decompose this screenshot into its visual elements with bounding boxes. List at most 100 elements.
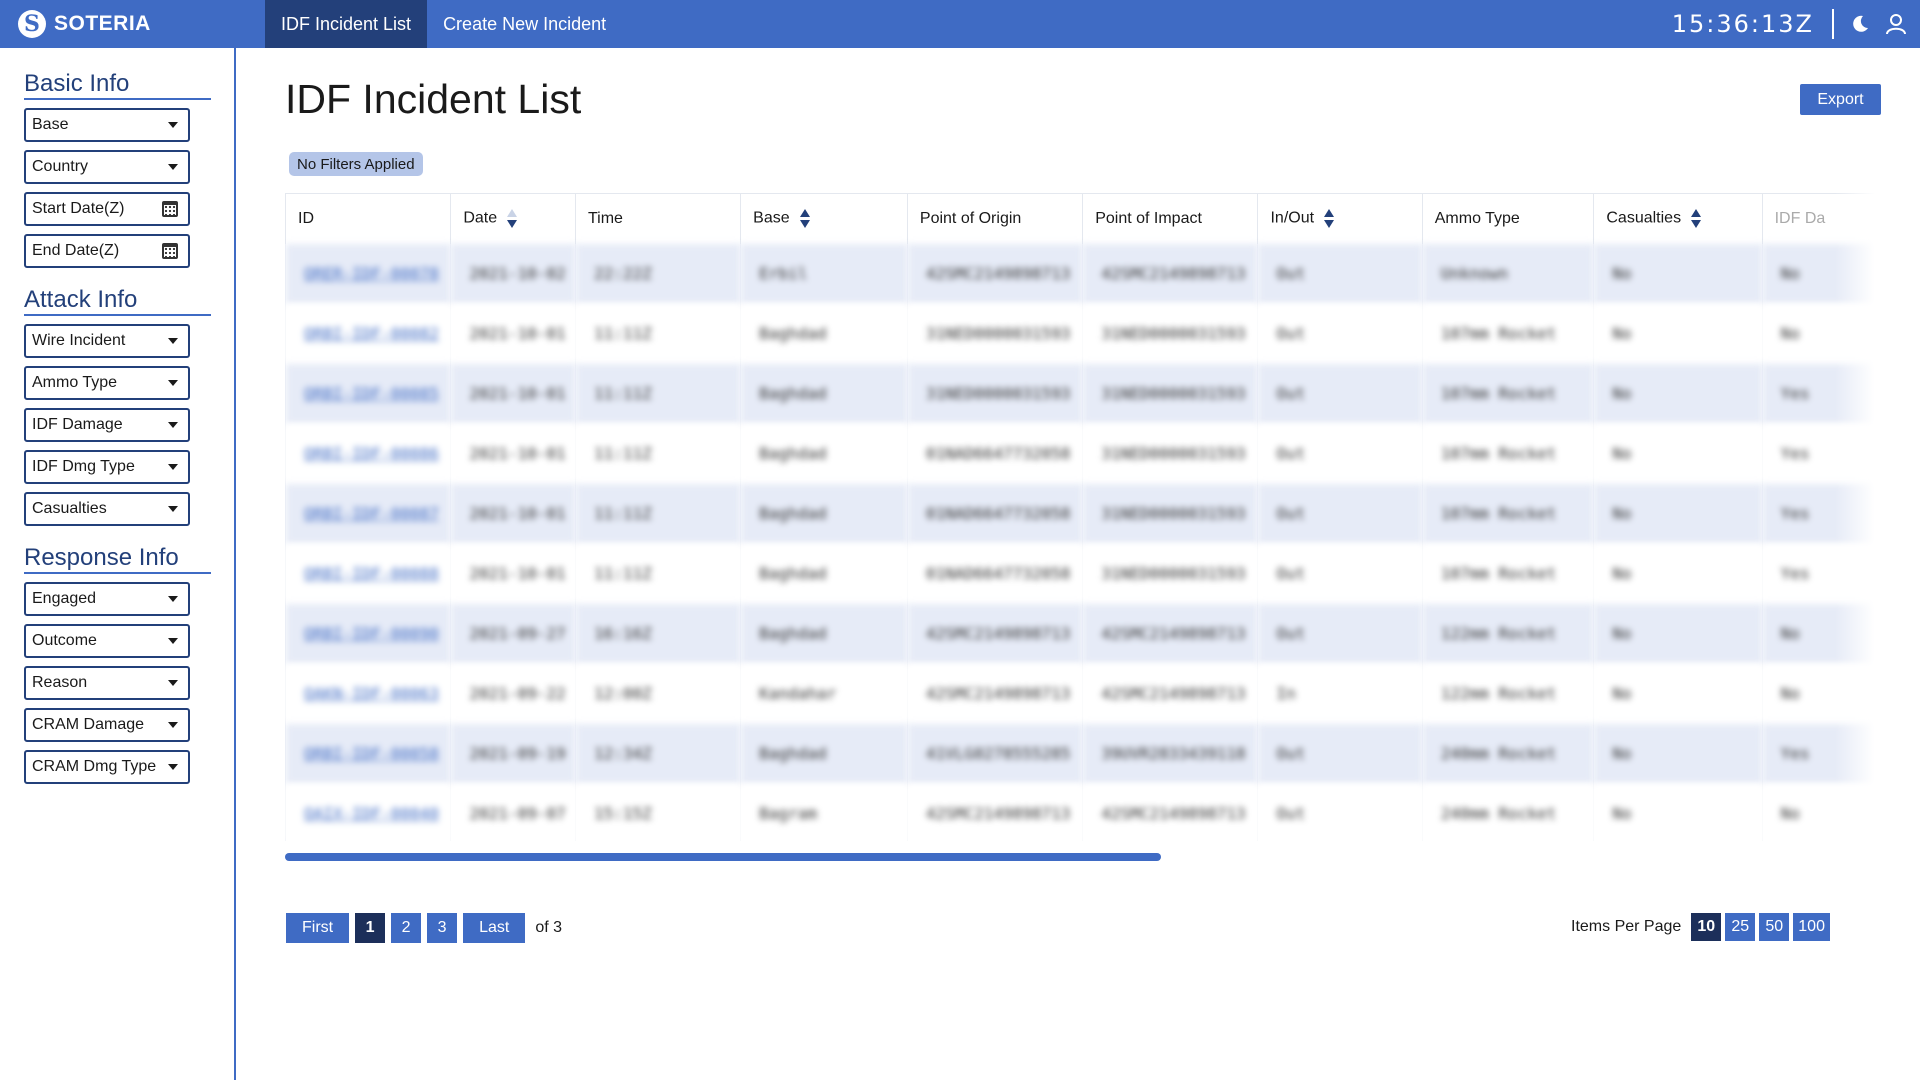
filter-reason[interactable]: Reason [24,666,190,700]
cell-id[interactable]: ORBI-IDF-00058 [285,723,451,784]
brand[interactable]: S SOTERIA [0,0,265,48]
cell-point-of-impact: 31NED0000031593 [1082,303,1258,364]
page-button-2[interactable]: 2 [391,913,422,943]
horizontal-scrollbar[interactable] [285,853,1161,861]
table-row[interactable]: ORBI-IDF-00090 2021-09-27 16:16Z Baghdad 42S… [285,603,1875,664]
chevron-down-icon [168,380,178,386]
cell-idf-damage: No [1761,663,1875,724]
page-button-1[interactable]: 1 [355,913,386,943]
cell-idf-damage: Yes [1761,543,1875,604]
cell-point-of-origin: 31NED0000031593 [906,303,1083,364]
page-size-50-button[interactable]: 50 [1759,913,1790,941]
filter-base[interactable]: Base [24,108,190,142]
page-size-10-button[interactable]: 10 [1691,913,1722,941]
filter-cram-damage[interactable]: CRAM Damage [24,708,190,742]
moon-icon[interactable] [1848,12,1872,36]
cell-id[interactable]: ORBI-IDF-00082 [285,303,451,364]
column-header-casualties[interactable]: Casualties [1593,193,1763,244]
section-title-attack-info: Attack Info [24,286,211,316]
cell-casualties: No [1593,663,1763,724]
cell-point-of-impact: 42SMC2149898713 [1082,663,1258,724]
filter-cram-dmg-type[interactable]: CRAM Dmg Type [24,750,190,784]
column-header-idf-damage[interactable]: IDF Da [1761,193,1875,244]
cell-id[interactable]: OAIX-IDF-00040 [285,783,451,841]
cell-date: 2021-10-01 [450,483,576,544]
filter-start-date[interactable]: Start Date(Z) [24,192,190,226]
cell-time: 12:34Z [574,723,741,784]
chevron-down-icon [168,422,178,428]
column-header-id[interactable]: ID [285,193,451,244]
table-row[interactable]: ORBI-IDF-00088 2021-10-01 11:11Z Baghdad 01N… [285,543,1875,604]
user-icon[interactable] [1884,12,1908,36]
cell-idf-damage: Yes [1761,483,1875,544]
cell-in-out: Out [1257,483,1423,544]
tab-idf-incident-list[interactable]: IDF Incident List [265,0,428,48]
sort-icon[interactable] [1324,209,1335,229]
table-row[interactable]: ORBI-IDF-00082 2021-10-01 11:11Z Baghdad 31N… [285,303,1875,364]
table-row[interactable]: ORBI-IDF-00085 2021-10-01 11:11Z Baghdad 31N… [285,363,1875,424]
cell-ammo-type: 107mm Rocket [1421,423,1594,484]
filter-label: Casualties [32,500,107,517]
filter-label: Start Date(Z) [32,200,125,217]
page-size-100-button[interactable]: 100 [1793,913,1830,941]
cell-id[interactable]: OAKN-IDF-00063 [285,663,451,724]
sort-icon[interactable] [1691,209,1702,229]
cell-idf-damage: Yes [1761,423,1875,484]
table-row[interactable]: ORBI-IDF-00086 2021-10-01 11:11Z Baghdad 01N… [285,423,1875,484]
filter-label: CRAM Damage [32,716,145,733]
cell-id[interactable]: ORER-IDF-00078 [285,243,451,304]
filter-country[interactable]: Country [24,150,190,184]
filter-casualties[interactable]: Casualties [24,492,190,526]
sort-desc-icon[interactable] [507,209,518,229]
table-row[interactable]: OAKN-IDF-00063 2021-09-22 12:00Z Kandahar 42… [285,663,1875,724]
column-header-in-out[interactable]: In/Out [1257,193,1423,244]
incident-table-container[interactable]: ID Date Time Base Point of Origin Point … [285,193,1875,841]
cell-id[interactable]: ORBI-IDF-00090 [285,603,451,664]
cell-casualties: No [1593,543,1763,604]
column-header-point-of-origin[interactable]: Point of Origin [906,193,1083,244]
table-row[interactable]: OAIX-IDF-00040 2021-09-07 15:15Z Bagram 42SM… [285,783,1875,841]
calendar-icon [162,201,178,217]
items-per-page-label: Items Per Page [1571,918,1682,935]
cell-id[interactable]: ORBI-IDF-00086 [285,423,451,484]
column-header-base[interactable]: Base [740,193,908,244]
page-button-3[interactable]: 3 [427,913,458,943]
cell-time: 11:11Z [574,543,741,604]
table-row[interactable]: ORBI-IDF-00087 2021-10-01 11:11Z Baghdad 01N… [285,483,1875,544]
filter-outcome[interactable]: Outcome [24,624,190,658]
cell-point-of-origin: 41VLG0278555285 [906,723,1083,784]
page-last-button[interactable]: Last [463,913,526,943]
cell-time: 15:15Z [574,783,741,841]
filter-wire-incident[interactable]: Wire Incident [24,324,190,358]
filter-idf-damage[interactable]: IDF Damage [24,408,190,442]
cell-time: 16:16Z [574,603,741,664]
cell-point-of-impact: 42SMC2149898713 [1082,243,1258,304]
filter-label: Outcome [32,632,97,649]
page-size-25-button[interactable]: 25 [1725,913,1756,941]
filter-end-date[interactable]: End Date(Z) [24,234,190,268]
column-header-date[interactable]: Date [450,193,576,244]
cell-in-out: In [1257,663,1423,724]
cell-casualties: No [1593,483,1763,544]
column-header-ammo-type[interactable]: Ammo Type [1421,193,1594,244]
column-header-point-of-impact[interactable]: Point of Impact [1082,193,1258,244]
cell-point-of-origin: 42SMC2149898713 [906,783,1083,841]
chevron-down-icon [168,680,178,686]
cell-date: 2021-09-27 [450,603,576,664]
incident-table: ID Date Time Base Point of Origin Point … [285,193,1875,841]
cell-id[interactable]: ORBI-IDF-00085 [285,363,451,424]
cell-idf-damage: Yes [1761,363,1875,424]
page-first-button[interactable]: First [286,913,350,943]
cell-idf-damage: No [1761,603,1875,664]
cell-id[interactable]: ORBI-IDF-00088 [285,543,451,604]
table-row[interactable]: ORER-IDF-00078 2021-10-02 22:22Z Erbil 42SMC… [285,243,1875,304]
sort-icon[interactable] [799,209,810,229]
column-header-time[interactable]: Time [574,193,741,244]
cell-id[interactable]: ORBI-IDF-00087 [285,483,451,544]
tab-create-new-incident[interactable]: Create New Incident [427,0,622,48]
export-button[interactable]: Export [1800,84,1881,115]
filter-engaged[interactable]: Engaged [24,582,190,616]
table-row[interactable]: ORBI-IDF-00058 2021-09-19 12:34Z Baghdad 41V… [285,723,1875,784]
filter-idf-dmg-type[interactable]: IDF Dmg Type [24,450,190,484]
filter-ammo-type[interactable]: Ammo Type [24,366,190,400]
